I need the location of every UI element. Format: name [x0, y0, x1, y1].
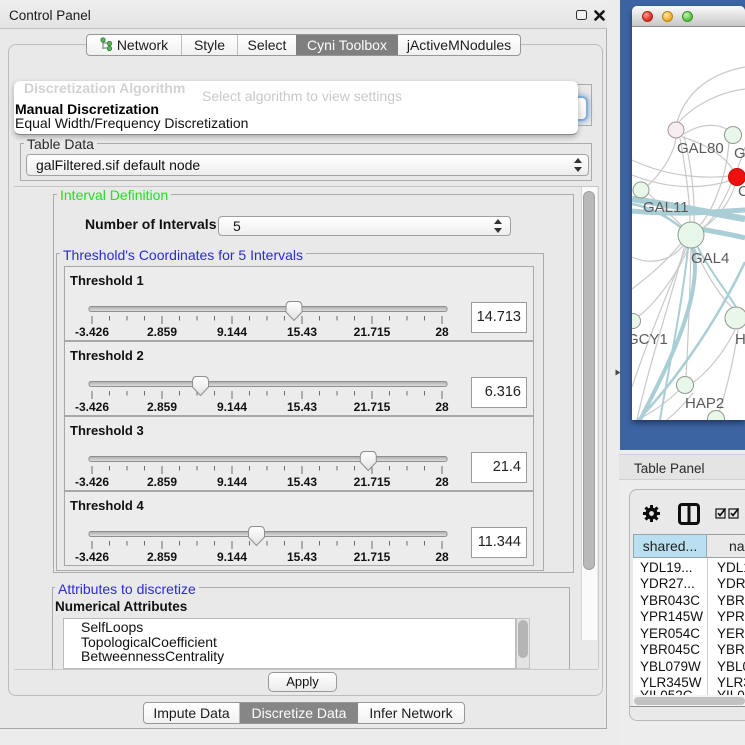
- svg-text:-3.426: -3.426: [75, 325, 109, 339]
- svg-text:28: 28: [435, 550, 449, 564]
- svg-text:GCY1: GCY1: [632, 331, 668, 348]
- svg-text:15.43: 15.43: [287, 550, 317, 564]
- svg-text:28: 28: [435, 325, 449, 339]
- svg-text:15.43: 15.43: [287, 475, 317, 489]
- svg-text:C: C: [738, 183, 745, 200]
- svg-text:21.715: 21.715: [354, 550, 391, 564]
- svg-text:9.144: 9.144: [217, 400, 247, 414]
- svg-text:GAL80: GAL80: [677, 140, 724, 157]
- svg-text:HAP2: HAP2: [685, 395, 724, 412]
- svg-text:G.: G.: [734, 145, 745, 162]
- svg-text:21.715: 21.715: [354, 400, 391, 414]
- svg-text:2.859: 2.859: [147, 325, 177, 339]
- svg-text:28: 28: [435, 400, 449, 414]
- svg-text:21.715: 21.715: [354, 325, 391, 339]
- svg-text:GAL4: GAL4: [691, 250, 729, 267]
- svg-text:-3.426: -3.426: [75, 550, 109, 564]
- svg-text:9.144: 9.144: [217, 475, 247, 489]
- svg-text:-3.426: -3.426: [75, 400, 109, 414]
- svg-text:H: H: [735, 331, 745, 348]
- svg-text:9.144: 9.144: [217, 550, 247, 564]
- svg-text:2.859: 2.859: [147, 475, 177, 489]
- svg-text:-3.426: -3.426: [75, 475, 109, 489]
- svg-text:2.859: 2.859: [147, 550, 177, 564]
- svg-text:15.43: 15.43: [287, 400, 317, 414]
- svg-text:28: 28: [435, 475, 449, 489]
- svg-text:GAL11: GAL11: [643, 199, 689, 216]
- svg-text:21.715: 21.715: [354, 475, 391, 489]
- svg-text:15.43: 15.43: [287, 325, 317, 339]
- svg-text:9.144: 9.144: [217, 325, 247, 339]
- svg-text:2.859: 2.859: [147, 400, 177, 414]
